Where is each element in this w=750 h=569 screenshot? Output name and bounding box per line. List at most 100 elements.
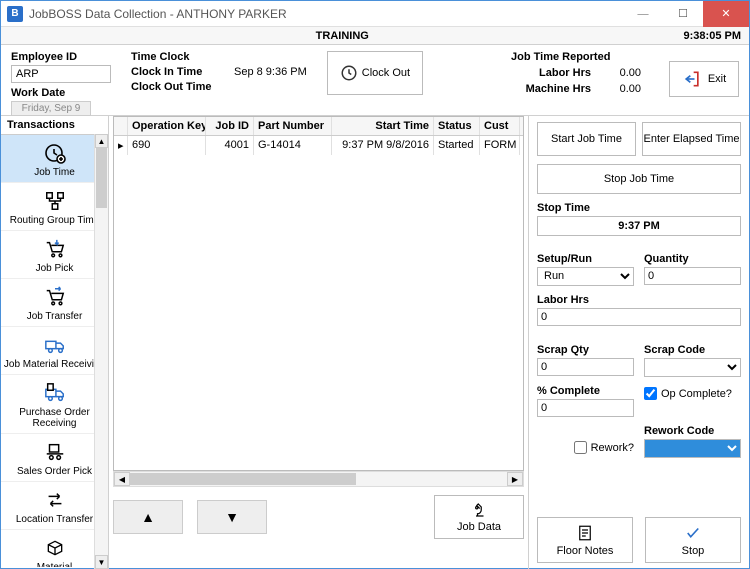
labor-hrs-label: Labor Hrs (511, 67, 591, 79)
pct-complete-label: % Complete (537, 385, 634, 397)
stop-label: Stop (682, 545, 705, 557)
rework-code-select[interactable] (644, 439, 741, 458)
quantity-input[interactable] (644, 267, 741, 285)
col-rowmark[interactable] (114, 117, 128, 135)
cart-down-icon (41, 237, 69, 261)
mode-banner: TRAINING 9:38:05 PM (1, 27, 749, 45)
enter-elapsed-button[interactable]: Enter Elapsed Time (642, 122, 741, 156)
hscroll-thumb[interactable] (130, 473, 356, 485)
grid-body[interactable]: ▸ 690 4001 G-14014 9:37 PM 9/8/2016 Star… (114, 136, 523, 470)
floor-notes-button[interactable]: Floor Notes (537, 517, 633, 563)
grid-footer: ▲ ▼ Job Data (113, 495, 524, 539)
right-panel: Start Job Time Enter Elapsed Time Stop J… (529, 116, 749, 569)
col-start[interactable]: Start Time (332, 117, 434, 135)
cell-part: G-14014 (254, 136, 332, 155)
cart-arrow-icon (41, 285, 69, 309)
labor-hrs-value: 0.00 (601, 67, 641, 79)
routing-icon (41, 189, 69, 213)
sidebar-title: Transactions (1, 116, 108, 135)
clock-out-label: Clock Out Time (131, 81, 226, 93)
clock-display: 9:38:05 PM (684, 30, 749, 42)
maximize-button[interactable]: ☐ (663, 1, 703, 27)
setup-run-label: Setup/Run (537, 253, 634, 265)
job-data-label: Job Data (457, 521, 501, 533)
col-cust[interactable]: Cust (480, 117, 520, 135)
main-area: Transactions Job Time Routing Group Time… (1, 115, 749, 569)
sidebar-item-routing-group[interactable]: Routing Group Time (1, 183, 108, 231)
time-clock-label: Time Clock (131, 51, 226, 63)
nav-up-button[interactable]: ▲ (113, 500, 183, 534)
grid-row[interactable]: ▸ 690 4001 G-14014 9:37 PM 9/8/2016 Star… (114, 136, 523, 155)
sidebar-item-po-recv[interactable]: Purchase Order Receiving (1, 375, 108, 434)
box-icon (41, 536, 69, 560)
sidebar-item-material[interactable]: Material (1, 530, 108, 567)
scroll-up-icon[interactable]: ▲ (95, 134, 108, 148)
setup-run-select[interactable]: Run (537, 267, 634, 286)
op-complete-checkbox[interactable] (644, 387, 657, 400)
note-icon (576, 524, 594, 542)
stop-job-time-button[interactable]: Stop Job Time (537, 164, 741, 194)
nav-down-button[interactable]: ▼ (197, 500, 267, 534)
sidebar-item-label: Location Transfer (3, 514, 106, 525)
col-part[interactable]: Part Number (254, 117, 332, 135)
col-op-key[interactable]: Operation Key (128, 117, 206, 135)
scrap-qty-label: Scrap Qty (537, 344, 634, 356)
scroll-thumb[interactable] (96, 148, 107, 208)
scroll-left-icon[interactable]: ◀ (114, 472, 130, 486)
clock-in-value: Sep 8 9:36 PM (234, 66, 307, 78)
start-job-time-button[interactable]: Start Job Time (537, 122, 636, 156)
scroll-right-icon[interactable]: ▶ (507, 472, 523, 486)
cell-start: 9:37 PM 9/8/2016 (332, 136, 434, 155)
stop-button[interactable]: Stop (645, 517, 741, 563)
sidebar: Transactions Job Time Routing Group Time… (1, 116, 109, 569)
sidebar-item-label: Job Material Receiving (3, 359, 106, 370)
rework-checkbox[interactable] (574, 441, 587, 454)
sidebar-item-material-recv[interactable]: Job Material Receiving (1, 327, 108, 375)
cell-cust: FORM (480, 136, 520, 155)
sidebar-item-so-pick[interactable]: Sales Order Pick (1, 434, 108, 482)
col-status[interactable]: Status (434, 117, 480, 135)
sidebar-item-job-time[interactable]: Job Time (1, 135, 108, 183)
job-data-button[interactable]: Job Data (434, 495, 524, 539)
cell-op-key: 690 (128, 136, 206, 155)
truck-doc-icon (41, 381, 69, 405)
sidebar-item-job-transfer[interactable]: Job Transfer (1, 279, 108, 327)
hscroll-track[interactable] (130, 472, 507, 486)
machine-hrs-label: Machine Hrs (511, 83, 591, 95)
minimize-button[interactable]: — (623, 1, 663, 27)
sidebar-item-label: Sales Order Pick (3, 466, 106, 477)
exit-button[interactable]: Exit (669, 61, 739, 97)
labor-hrs-input[interactable] (537, 308, 741, 326)
pct-complete-input[interactable] (537, 399, 634, 417)
scroll-down-icon[interactable]: ▼ (95, 555, 108, 569)
scrap-code-select[interactable] (644, 358, 741, 377)
close-button[interactable]: ✕ (703, 1, 749, 27)
box-cart-icon (41, 440, 69, 464)
sidebar-item-label: Routing Group Time (3, 215, 106, 226)
scrap-qty-input[interactable] (537, 358, 634, 376)
sidebar-item-loc-transfer[interactable]: Location Transfer (1, 482, 108, 530)
floor-notes-label: Floor Notes (557, 545, 614, 557)
scroll-track[interactable] (95, 148, 108, 555)
work-date-value: Friday, Sep 9 (11, 101, 91, 116)
sidebar-scrollbar[interactable]: ▲ ▼ (94, 134, 108, 569)
op-complete-label: Op Complete? (661, 388, 732, 400)
employee-id-input[interactable] (11, 65, 111, 83)
cell-status: Started (434, 136, 480, 155)
col-job-id[interactable]: Job ID (206, 117, 254, 135)
grid-hscrollbar[interactable]: ◀ ▶ (113, 471, 524, 487)
clock-out-button[interactable]: Clock Out (327, 51, 423, 95)
clock-out-button-label: Clock Out (362, 67, 410, 79)
sidebar-item-label: Job Time (3, 167, 106, 178)
sidebar-list[interactable]: Job Time Routing Group Time Job Pick Job… (1, 135, 108, 567)
transfer-icon (41, 488, 69, 512)
rework-code-label: Rework Code (644, 425, 741, 437)
machine-hrs-value: 0.00 (601, 83, 641, 95)
check-icon (684, 524, 702, 542)
exit-button-label: Exit (708, 73, 726, 85)
cell-job-id: 4001 (206, 136, 254, 155)
operations-grid[interactable]: Operation Key Job ID Part Number Start T… (113, 116, 524, 471)
sidebar-item-job-pick[interactable]: Job Pick (1, 231, 108, 279)
header-area: Employee ID Work Date Friday, Sep 9 Time… (1, 45, 749, 115)
sidebar-item-label: Purchase Order Receiving (3, 407, 106, 429)
